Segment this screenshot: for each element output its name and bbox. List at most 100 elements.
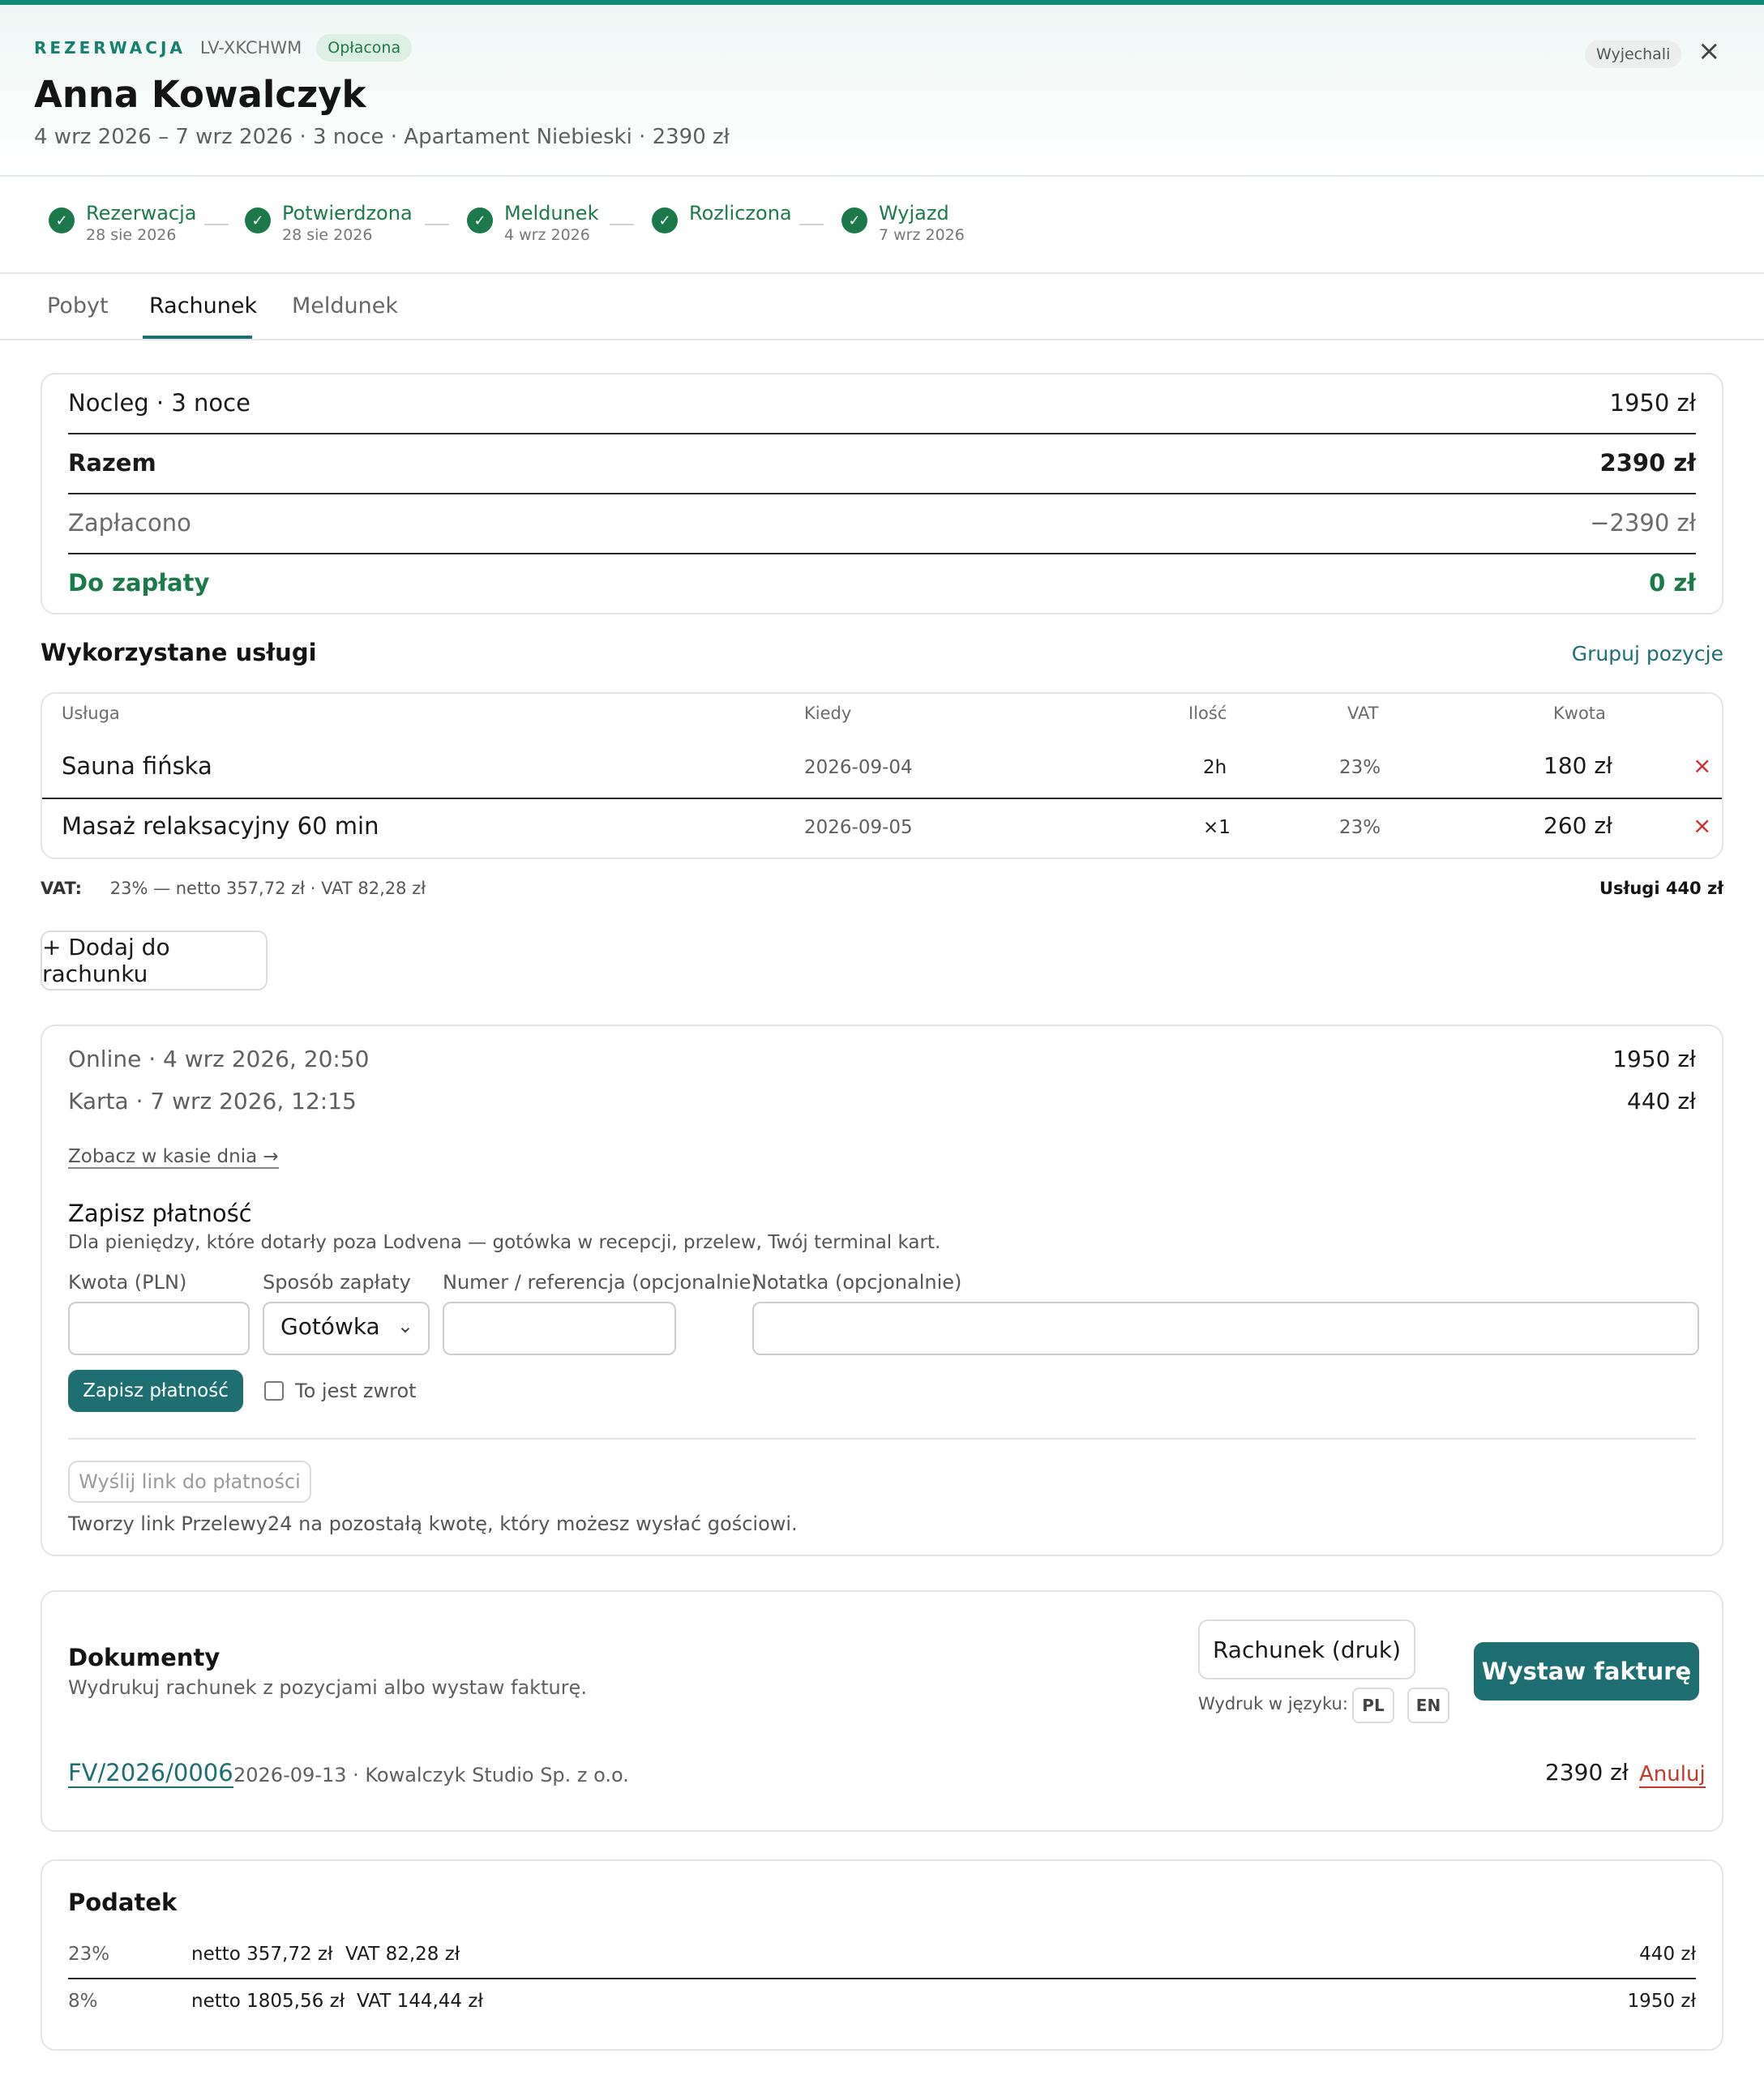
payment-amount: 440 zł [1627, 1088, 1696, 1115]
step-date: 28 sie 2026 [86, 226, 177, 244]
tax-title: Podatek [68, 1889, 178, 1916]
lodging-label: Nocleg · 3 noce [68, 389, 250, 417]
record-payment-title: Zapisz płatność [68, 1200, 252, 1227]
service-qty: 2h [1203, 757, 1227, 778]
column-header: Kiedy [804, 704, 852, 723]
tax-total: 1950 zł [1627, 1991, 1696, 2012]
send-link-description: Tworzy link Przelewy24 na pozostałą kwot… [68, 1512, 798, 1535]
service-amount: 180 zł [1544, 752, 1612, 779]
refund-checkbox[interactable] [264, 1381, 284, 1401]
stay-status-badge: Wyjechali [1585, 41, 1682, 68]
tax-net: netto 1805,56 zł [191, 1991, 345, 2012]
service-name: Masaż relaksacyjny 60 min [62, 812, 379, 840]
language-en-button[interactable]: EN [1407, 1688, 1449, 1723]
payment-entry: Karta · 7 wrz 2026, 12:15 440 zł [68, 1088, 1696, 1115]
language-pl-button[interactable]: PL [1352, 1688, 1394, 1723]
reservation-header: REZERWACJA LV-XKCHWM Opłacona Anna Kowal… [0, 5, 1764, 177]
group-items-link[interactable]: Grupuj pozycje [1572, 642, 1723, 665]
tax-card: Podatek 23% netto 357,72 zł VAT 82,28 zł… [41, 1859, 1723, 2051]
step-date: 7 wrz 2026 [879, 226, 965, 244]
payment-label: Karta · 7 wrz 2026, 12:15 [68, 1088, 357, 1115]
divider [42, 798, 1722, 799]
due-value: 0 zł [1649, 569, 1696, 597]
save-payment-button[interactable]: Zapisz płatność [68, 1370, 243, 1412]
paid-label: Zapłacono [68, 509, 191, 537]
timeline-step: ✓ Meldunek 4 wrz 2026 [467, 201, 598, 245]
total-row: Razem 2390 zł [68, 449, 1696, 477]
divider [68, 493, 1696, 494]
timeline-separator [204, 224, 229, 225]
column-header: Usługa [62, 704, 120, 723]
due-row: Do zapłaty 0 zł [68, 569, 1696, 597]
send-payment-link-button[interactable]: Wyślij link do płatności [68, 1461, 311, 1503]
timeline-step: ✓ Potwierdzona 28 sie 2026 [245, 201, 413, 245]
refund-label: To jest zwrot [295, 1380, 417, 1402]
service-vat: 23% [1339, 757, 1381, 778]
service-amount: 260 zł [1544, 812, 1612, 839]
active-tab-indicator [143, 336, 252, 339]
payment-method-select[interactable]: Gotówka ⌄ [263, 1302, 430, 1355]
tab-rachunek[interactable]: Rachunek [149, 293, 257, 319]
timeline-step: ✓ Rozliczona [652, 201, 792, 233]
step-label: Rezerwacja [86, 202, 197, 225]
chevron-down-icon: ⌄ [396, 1315, 413, 1337]
invoice-meta: 2026-09-13 · Kowalczyk Studio Sp. z o.o. [233, 1764, 629, 1786]
documents-card: Dokumenty Wydrukuj rachunek z pozycjami … [41, 1590, 1723, 1832]
method-label: Sposób zapłaty [263, 1271, 411, 1294]
step-label: Wyjazd [879, 202, 949, 225]
payment-amount: 1950 zł [1612, 1046, 1696, 1072]
documents-title: Dokumenty [68, 1644, 220, 1671]
step-date: 4 wrz 2026 [504, 226, 590, 244]
column-header: VAT [1347, 704, 1379, 723]
divider [68, 1438, 1696, 1440]
check-icon: ✓ [652, 208, 678, 233]
remove-service-icon[interactable]: × [1693, 752, 1711, 779]
reservation-panel: REZERWACJA LV-XKCHWM Opłacona Anna Kowal… [0, 0, 1764, 2075]
check-icon: ✓ [49, 208, 75, 233]
bill-summary-card: Nocleg · 3 noce 1950 zł Razem 2390 zł Za… [41, 373, 1723, 614]
reference-input[interactable] [443, 1302, 676, 1355]
documents-subtitle: Wydrukuj rachunek z pozycjami albo wysta… [68, 1676, 587, 1699]
payment-status-badge: Opłacona [316, 34, 413, 62]
paid-value: −2390 zł [1590, 509, 1696, 537]
invoice-amount: 2390 zł [1545, 1759, 1629, 1786]
remove-service-icon[interactable]: × [1693, 812, 1711, 839]
payment-entry: Online · 4 wrz 2026, 20:50 1950 zł [68, 1046, 1696, 1072]
check-icon: ✓ [467, 208, 493, 233]
tab-pobyt[interactable]: Pobyt [47, 293, 109, 319]
services-total: Usługi 440 zł [1599, 879, 1723, 898]
timeline-separator [425, 224, 449, 225]
close-icon[interactable]: × [1698, 37, 1721, 65]
payment-label: Online · 4 wrz 2026, 20:50 [68, 1046, 370, 1072]
divider [68, 553, 1696, 554]
note-input[interactable] [752, 1302, 1699, 1355]
check-icon: ✓ [841, 208, 867, 233]
step-label: Rozliczona [689, 202, 792, 225]
tab-meldunek[interactable]: Meldunek [292, 293, 398, 319]
divider [68, 433, 1696, 434]
invoice-number-link[interactable]: FV/2026/0006 [68, 1759, 233, 1788]
print-bill-button[interactable]: Rachunek (druk) [1198, 1619, 1415, 1679]
daily-cash-link[interactable]: Zobacz w kasie dnia → [68, 1146, 279, 1169]
step-date: 28 sie 2026 [282, 226, 373, 244]
guest-name: Anna Kowalczyk [34, 73, 366, 116]
vat-label: VAT: [41, 879, 83, 898]
cancel-invoice-link[interactable]: Anuluj [1639, 1762, 1706, 1788]
step-label: Meldunek [504, 202, 599, 225]
tax-rate: 23% [68, 1944, 110, 1965]
tax-rate: 8% [68, 1991, 98, 2012]
vat-summary-text: 23% — netto 357,72 zł · VAT 82,28 zł [109, 879, 426, 898]
record-payment-description: Dla pieniędzy, które dotarły poza Lodven… [68, 1232, 941, 1253]
service-name: Sauna fińska [62, 752, 212, 780]
divider [68, 1978, 1696, 1979]
reference-label: Numer / referencja (opcjonalnie) [443, 1271, 759, 1294]
stay-summary: 4 wrz 2026 – 7 wrz 2026 · 3 noce · Apart… [34, 125, 730, 149]
issue-invoice-button[interactable]: Wystaw fakturę [1474, 1642, 1699, 1701]
add-to-bill-button[interactable]: + Dodaj do rachunku [41, 931, 268, 990]
due-label: Do zapłaty [68, 569, 210, 597]
amount-input[interactable] [68, 1302, 250, 1355]
timeline-step: ✓ Wyjazd 7 wrz 2026 [841, 201, 965, 245]
tax-vat: VAT 82,28 zł [345, 1944, 460, 1965]
column-header: Kwota [1553, 704, 1606, 723]
tax-net: netto 357,72 zł [191, 1944, 333, 1965]
